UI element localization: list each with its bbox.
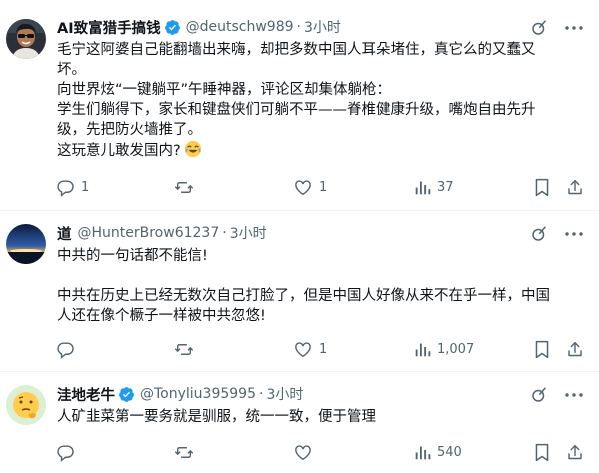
share-button[interactable] — [566, 442, 584, 462]
repost-button[interactable] — [174, 177, 200, 197]
face-with-tears-of-joy-icon — [184, 140, 202, 158]
views-button[interactable]: 1,007 — [414, 339, 474, 359]
like-button[interactable]: 1 — [293, 177, 327, 197]
grok-icon[interactable] — [529, 385, 549, 405]
bookmark-button[interactable] — [534, 177, 550, 197]
bookmark-icon — [535, 443, 549, 461]
verified-badge-icon — [164, 19, 181, 36]
share-icon — [568, 444, 582, 459]
views-count: 1,007 — [437, 341, 475, 357]
separator-dot: · — [296, 19, 301, 35]
reply-button[interactable]: 1 — [56, 177, 89, 197]
more-icon[interactable] — [563, 18, 585, 38]
repost-icon — [174, 446, 194, 458]
post-header: AI致富猎手搞钱 @deutschw989 · 3小时 — [57, 17, 341, 37]
text-line: 这玩意儿敢发国内? — [57, 143, 181, 159]
views-button[interactable]: 37 — [414, 177, 454, 197]
bookmark-button[interactable] — [534, 442, 550, 462]
repost-button[interactable] — [174, 339, 200, 359]
separator-dot: · — [259, 386, 264, 402]
bookmark-icon — [535, 340, 549, 358]
author-handle[interactable]: @HunterBrow61237 — [78, 225, 220, 241]
post-time[interactable]: 3小时 — [266, 384, 303, 404]
views-count: 37 — [437, 179, 454, 195]
action-bar: 1 1,007 — [52, 339, 592, 359]
text-line: 中共的一句话都不能信! — [57, 248, 208, 264]
like-count: 1 — [319, 341, 328, 357]
like-icon — [295, 444, 311, 460]
post-2[interactable]: 道 @HunterBrow61237 · 3小时 中共的一句话都不能信! 中共在… — [0, 211, 599, 371]
author-name[interactable]: AI致富猎手搞钱 — [57, 17, 161, 38]
bookmark-icon — [535, 178, 549, 196]
avatar[interactable] — [6, 19, 46, 59]
post-time[interactable]: 3小时 — [230, 223, 267, 243]
repost-icon — [174, 181, 194, 193]
more-icon[interactable] — [563, 224, 585, 244]
text-line: 毛宁这阿婆自己能翻墙出来嗨，却把多数中国人耳朵堵住，真它么的又蠢又 — [57, 42, 536, 58]
views-icon — [415, 343, 431, 356]
post-header: 道 @HunterBrow61237 · 3小时 — [57, 223, 267, 243]
action-bar: 1 1 37 — [52, 177, 592, 197]
share-button[interactable] — [566, 339, 584, 359]
repost-icon — [174, 343, 194, 355]
repost-button[interactable] — [174, 442, 200, 462]
views-icon — [415, 446, 431, 459]
share-button[interactable] — [566, 177, 584, 197]
action-bar: 540 — [52, 442, 592, 462]
post-3[interactable]: 洼地老牛 @Tonyliu395995 · 3小时 人矿韭菜第一要务就是驯服，统… — [0, 372, 599, 473]
share-icon — [568, 179, 582, 194]
text-line: 人还在像个橛子一样被中共忽悠! — [57, 308, 266, 324]
like-button[interactable]: 1 — [293, 339, 327, 359]
avatar[interactable] — [6, 224, 46, 264]
like-icon — [295, 179, 311, 195]
text-line: 人矿韭菜第一要务就是驯服，统一一致，便于管理 — [57, 409, 376, 425]
reply-count: 1 — [81, 179, 90, 195]
text-line: 学生们躺得下，家长和键盘侠们可躺不平——脊椎健康升级，嘴炮自由先升 — [57, 102, 536, 118]
share-icon — [568, 341, 582, 356]
author-name[interactable]: 洼地老牛 — [57, 384, 115, 405]
text-line: 向世界炫“一键躺平”午睡神器，评论区却集体躺枪： — [57, 82, 392, 98]
post-text: 人矿韭菜第一要务就是驯服，统一一致，便于管理 — [57, 407, 577, 427]
reply-icon — [57, 444, 74, 462]
text-line-with-emoji: 这玩意儿敢发国内? — [57, 140, 577, 161]
text-line: 中共在历史上已经无数次自己打脸了，但是中国人好像从来不在乎一样，中国 — [57, 288, 550, 304]
reply-button[interactable] — [56, 339, 81, 359]
grok-icon[interactable] — [529, 18, 549, 38]
post-time[interactable]: 3小时 — [304, 17, 341, 37]
post-header: 洼地老牛 @Tonyliu395995 · 3小时 — [57, 384, 303, 404]
reply-button[interactable] — [56, 442, 81, 462]
reply-icon — [57, 341, 74, 359]
post-1[interactable]: AI致富猎手搞钱 @deutschw989 · 3小时 毛宁这阿婆自己能翻墙出来… — [0, 0, 599, 210]
author-name[interactable]: 道 — [57, 223, 72, 244]
verified-badge-icon — [118, 386, 135, 403]
text-line: 坏。 — [57, 62, 86, 78]
views-button[interactable]: 540 — [414, 442, 462, 462]
author-handle[interactable]: @Tonyliu395995 — [140, 386, 256, 402]
avatar[interactable] — [6, 385, 46, 425]
reply-icon — [57, 179, 74, 197]
views-count: 540 — [437, 444, 462, 460]
post-text: 中共的一句话都不能信! 中共在历史上已经无数次自己打脸了，但是中国人好像从来不在… — [57, 246, 577, 326]
post-text: 毛宁这阿婆自己能翻墙出来嗨，却把多数中国人耳朵堵住，真它么的又蠢又 坏。 向世界… — [57, 40, 577, 161]
text-line: 级，先把防火墙推了。 — [57, 122, 202, 138]
author-handle[interactable]: @deutschw989 — [186, 19, 294, 35]
like-count: 1 — [319, 179, 328, 195]
more-icon[interactable] — [563, 385, 585, 405]
like-button[interactable] — [293, 442, 319, 462]
timeline-feed: AI致富猎手搞钱 @deutschw989 · 3小时 毛宁这阿婆自己能翻墙出来… — [0, 0, 599, 473]
views-icon — [415, 181, 431, 194]
grok-icon[interactable] — [529, 224, 549, 244]
separator-dot: · — [222, 225, 227, 241]
bookmark-button[interactable] — [534, 339, 550, 359]
like-icon — [295, 341, 311, 357]
